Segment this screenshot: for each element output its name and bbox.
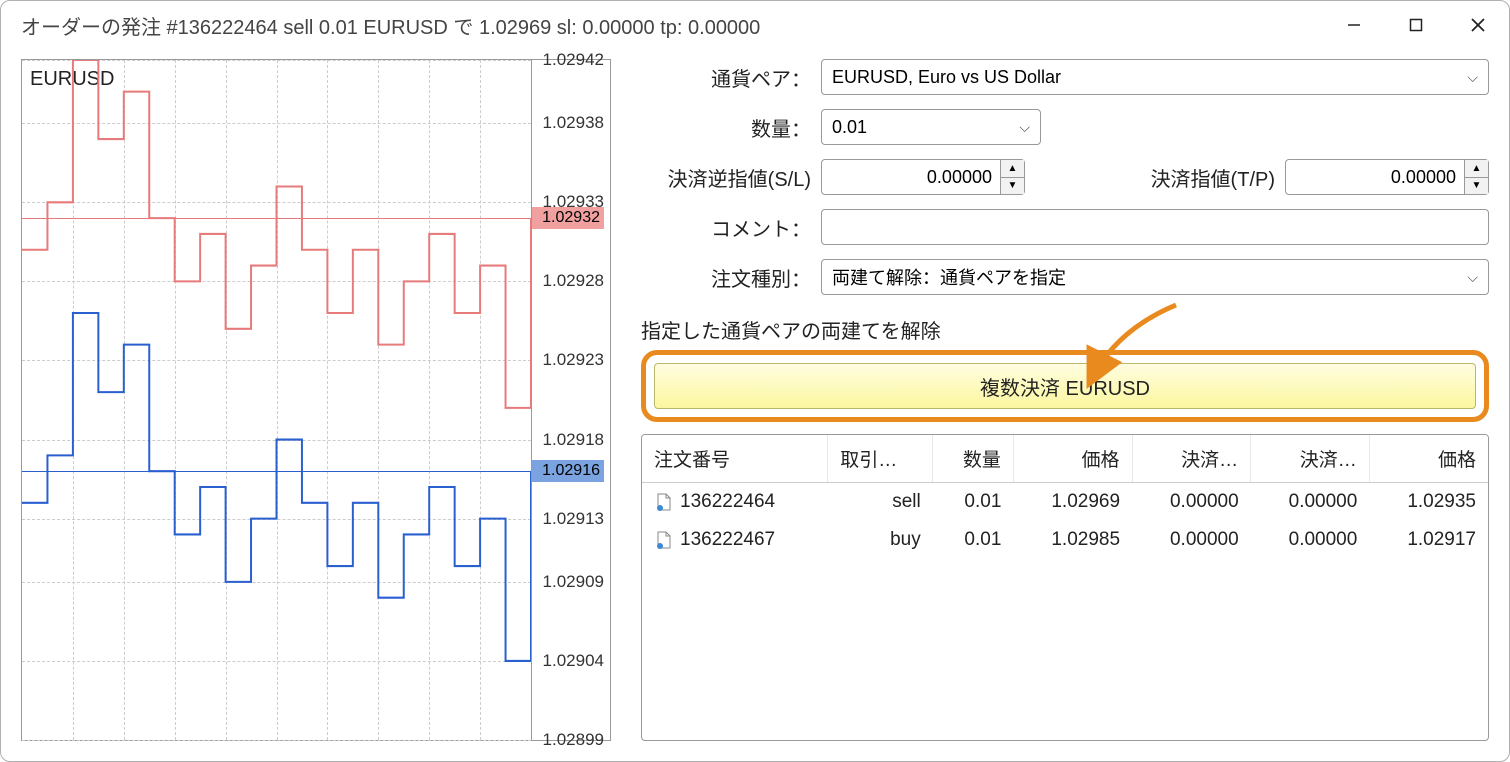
sl-label: 決済逆指値(S/L) xyxy=(641,163,821,192)
chart-body xyxy=(22,60,532,740)
comment-input[interactable] xyxy=(821,209,1489,245)
tp-step-down[interactable]: ▼ xyxy=(1465,178,1488,195)
y-tick-label: 1.02923 xyxy=(543,350,604,370)
order-type-select[interactable]: 両建て解除：通貨ペアを指定 ⌵ xyxy=(821,259,1489,295)
tp-input[interactable] xyxy=(1285,159,1465,195)
tp-input-wrap: ▲ ▼ xyxy=(1285,159,1489,195)
orders-table-wrap: 注文番号取引…数量価格決済…決済…価格 136222464sell0.011.0… xyxy=(641,434,1489,741)
table-header[interactable]: 決済… xyxy=(1132,435,1251,483)
table-header[interactable]: 数量 xyxy=(933,435,1014,483)
content: EURUSD 1.029421.029381.029331.029281.029… xyxy=(1,49,1509,761)
bid-price-box: 1.02916 xyxy=(532,460,604,482)
table-row[interactable]: 136222464sell0.011.029690.000000.000001.… xyxy=(642,483,1488,522)
minimize-button[interactable] xyxy=(1323,1,1385,49)
chevron-down-icon: ⌵ xyxy=(1019,119,1030,136)
sl-step-up[interactable]: ▲ xyxy=(1001,160,1024,178)
table-row[interactable]: 136222467buy0.011.029850.000000.000001.0… xyxy=(642,521,1488,559)
y-tick-label: 1.02899 xyxy=(543,730,604,750)
table-header-row: 注文番号取引…数量価格決済…決済…価格 xyxy=(642,435,1488,483)
pair-select[interactable]: EURUSD, Euro vs US Dollar ⌵ xyxy=(821,59,1489,95)
orders-table: 注文番号取引…数量価格決済…決済…価格 136222464sell0.011.0… xyxy=(642,435,1488,559)
table-header[interactable]: 決済… xyxy=(1251,435,1370,483)
chevron-down-icon: ⌵ xyxy=(1467,269,1478,286)
sl-input[interactable] xyxy=(821,159,1001,195)
table-header[interactable]: 取引… xyxy=(828,435,933,483)
main-button-highlight: 複数決済 EURUSD xyxy=(641,350,1489,422)
window-title: オーダーの発注 #136222464 sell 0.01 EURUSD で 1.… xyxy=(21,11,1323,40)
chart-y-axis: 1.029421.029381.029331.029281.029231.029… xyxy=(532,60,610,740)
tp-label: 決済指値(T/P) xyxy=(1151,163,1285,192)
ask-price-box: 1.02932 xyxy=(532,207,604,229)
y-tick-label: 1.02913 xyxy=(543,509,604,529)
titlebar: オーダーの発注 #136222464 sell 0.01 EURUSD で 1.… xyxy=(1,1,1509,49)
volume-value: 0.01 xyxy=(832,117,867,138)
volume-select[interactable]: 0.01 ⌵ xyxy=(821,109,1041,145)
y-tick-label: 1.02918 xyxy=(543,430,604,450)
chart-lines xyxy=(22,60,531,740)
y-tick-label: 1.02938 xyxy=(543,113,604,133)
pair-value: EURUSD, Euro vs US Dollar xyxy=(832,67,1061,88)
table-header[interactable]: 注文番号 xyxy=(642,435,828,483)
table-header[interactable]: 価格 xyxy=(1013,435,1132,483)
close-button[interactable] xyxy=(1447,1,1509,49)
multiple-close-button[interactable]: 複数決済 EURUSD xyxy=(654,363,1476,409)
maximize-button[interactable] xyxy=(1385,1,1447,49)
form-panel: 通貨ペア： EURUSD, Euro vs US Dollar ⌵ 数量： 0.… xyxy=(641,59,1489,741)
order-window: オーダーの発注 #136222464 sell 0.01 EURUSD で 1.… xyxy=(0,0,1510,762)
sl-step-down[interactable]: ▼ xyxy=(1001,178,1024,195)
y-tick-label: 1.02928 xyxy=(543,271,604,291)
order-type-value: 両建て解除：通貨ペアを指定 xyxy=(832,264,1066,290)
document-icon xyxy=(654,492,674,512)
table-header[interactable]: 価格 xyxy=(1369,435,1488,483)
chart-panel: EURUSD 1.029421.029381.029331.029281.029… xyxy=(21,59,611,741)
comment-label: コメント： xyxy=(641,213,821,242)
section-title: 指定した通貨ペアの両建てを解除 xyxy=(641,315,1489,344)
volume-label: 数量： xyxy=(641,113,821,142)
tp-step-up[interactable]: ▲ xyxy=(1465,160,1488,178)
type-label: 注文種別： xyxy=(641,263,821,292)
y-tick-label: 1.02909 xyxy=(543,572,604,592)
table-body: 136222464sell0.011.029690.000000.000001.… xyxy=(642,483,1488,560)
document-icon xyxy=(654,530,674,550)
pair-label: 通貨ペア： xyxy=(641,63,821,92)
y-tick-label: 1.02942 xyxy=(543,50,604,70)
y-tick-label: 1.02904 xyxy=(543,651,604,671)
sl-input-wrap: ▲ ▼ xyxy=(821,159,1025,195)
chevron-down-icon: ⌵ xyxy=(1467,69,1478,86)
